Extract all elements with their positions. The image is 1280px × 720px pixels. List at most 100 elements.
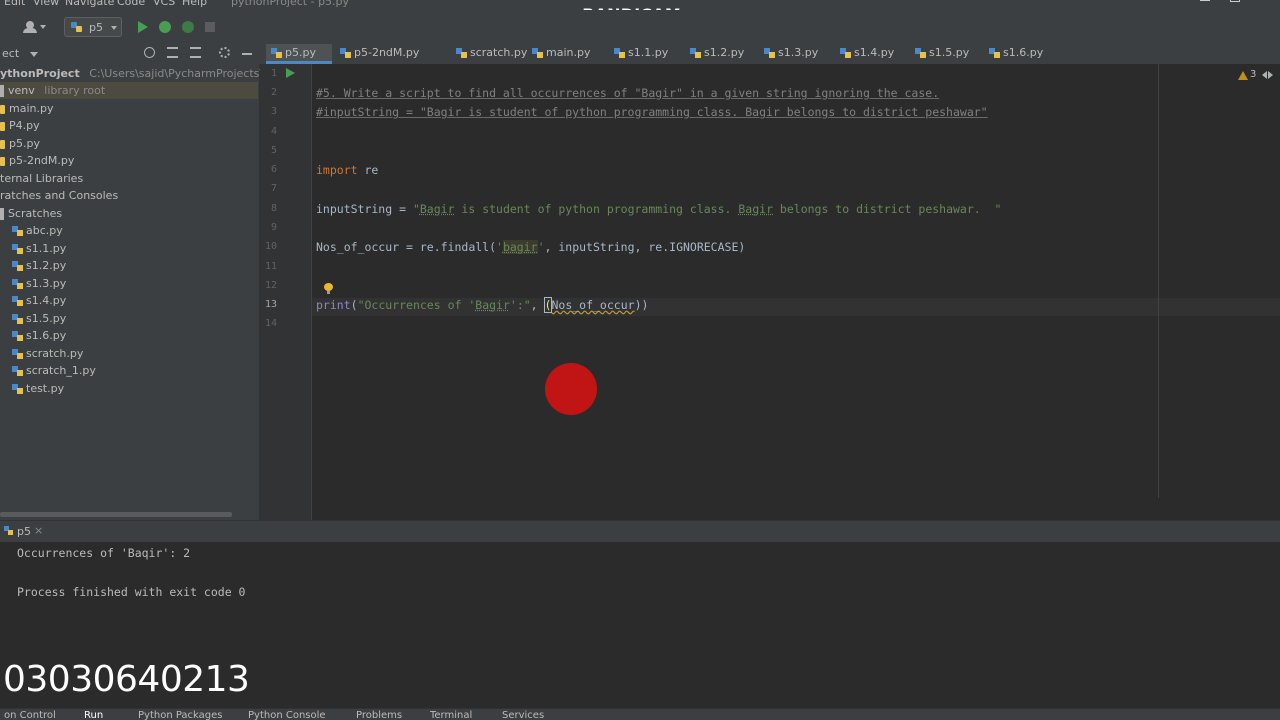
tool-tab-terminal[interactable]: Terminal <box>430 710 472 720</box>
tree-root[interactable]: ythonProject C:\Users\sajid\PycharmProje… <box>0 65 308 82</box>
tab-p5-py[interactable]: p5.py <box>266 44 332 64</box>
chevron-down-icon[interactable] <box>1268 71 1273 79</box>
collapse-all-icon[interactable] <box>190 47 201 58</box>
tab-s1-5-py[interactable]: s1.5.py <box>915 44 969 64</box>
tree-item-scratches-and-consoles[interactable]: ratches and Consoles <box>0 187 118 204</box>
tool-tab-problems[interactable]: Problems <box>356 710 402 720</box>
tree-item-scratch-file[interactable]: abc.py <box>12 222 63 239</box>
maximize-icon[interactable] <box>1228 0 1242 8</box>
tab-label: s1.2.py <box>704 46 745 59</box>
tab-label: s1.4.py <box>854 46 895 59</box>
tree-item-main-py[interactable]: main.py <box>0 100 53 117</box>
tab-p5-2ndm-py[interactable]: p5-2ndM.py <box>340 44 419 64</box>
tool-tab-python-console[interactable]: Python Console <box>248 710 326 720</box>
menu-navigate[interactable]: Navigate <box>65 0 114 8</box>
gear-icon[interactable] <box>219 47 230 58</box>
tree-item-scratch-file[interactable]: s1.1.py <box>12 240 66 257</box>
python-file-icon <box>12 225 23 237</box>
tree-item-scratch-file[interactable]: s1.4.py <box>12 292 66 309</box>
stop-icon[interactable] <box>205 22 215 32</box>
tree-item-scratch-file[interactable]: scratch.py <box>12 345 83 362</box>
tree-item-p5-2ndm-py[interactable]: p5-2ndM.py <box>0 152 74 169</box>
hide-pane-icon[interactable] <box>242 53 252 55</box>
tab-s1-1-py[interactable]: s1.1.py <box>614 44 668 64</box>
run-tab-label[interactable]: p5 <box>17 525 31 538</box>
tool-tab-run[interactable]: Run <box>84 710 103 720</box>
tab-s1-6-py[interactable]: s1.6.py <box>989 44 1043 64</box>
tree-item-label: p5.py <box>9 137 40 150</box>
tree-item-scratch-file[interactable]: s1.5.py <box>12 310 66 327</box>
python-file-icon <box>840 47 851 59</box>
menu-code[interactable]: Code <box>117 0 145 8</box>
python-file-icon <box>12 365 23 377</box>
tab-s1-2-py[interactable]: s1.2.py <box>690 44 744 64</box>
tab-main-py[interactable]: main.py <box>532 44 590 64</box>
tree-item-label: s1.4.py <box>26 294 67 307</box>
line-number: 12 <box>264 280 277 291</box>
tab-label: p5.py <box>285 46 316 59</box>
chevron-down-icon[interactable] <box>30 52 38 57</box>
run-panel-header: p5 × <box>0 520 1280 542</box>
chevron-up-icon[interactable] <box>1262 71 1267 79</box>
tree-item-p4-py[interactable]: P4.py <box>0 117 40 134</box>
tool-tab-python-packages[interactable]: Python Packages <box>138 710 223 720</box>
tree-item-scratch-file[interactable]: s1.3.py <box>12 275 66 292</box>
expand-all-icon[interactable] <box>167 47 178 58</box>
line-number: 3 <box>270 106 277 117</box>
python-file-icon <box>532 47 543 59</box>
project-view-label[interactable]: ect <box>2 47 19 60</box>
code-editor[interactable]: #5. Write a script to find all occurrenc… <box>312 64 1280 520</box>
menu-vcs[interactable]: VCS <box>153 0 175 8</box>
run-icon[interactable] <box>138 21 148 33</box>
tab-label: s1.1.py <box>628 46 669 59</box>
tool-tab-version-control[interactable]: on Control <box>4 710 56 720</box>
coverage-icon[interactable] <box>182 21 194 33</box>
tree-item-scratch-file[interactable]: test.py <box>12 380 64 397</box>
add-config-user-icon[interactable] <box>22 19 48 35</box>
tab-scratch-py[interactable]: scratch.py <box>456 44 527 64</box>
tree-item-label: s1.3.py <box>26 277 67 290</box>
code-line-6: import re <box>316 163 379 177</box>
tab-s1-3-py[interactable]: s1.3.py <box>764 44 818 64</box>
main-toolbar: p5 <box>0 10 1280 45</box>
python-file-icon <box>0 155 6 167</box>
tab-label: main.py <box>546 46 591 59</box>
python-file-icon <box>0 103 6 115</box>
tree-item-label: p5-2ndM.py <box>9 154 75 167</box>
minimize-icon[interactable] <box>1198 0 1212 8</box>
tree-item-label: scratch_1.py <box>26 364 96 377</box>
tree-item-scratches[interactable]: Scratches <box>0 205 62 222</box>
python-file-icon <box>764 47 775 59</box>
root-project-name: ythonProject <box>0 67 80 80</box>
line-number: 5 <box>270 145 277 156</box>
python-file-icon <box>12 348 23 360</box>
python-file-icon <box>0 138 6 150</box>
tree-item-external-libraries[interactable]: ternal Libraries <box>0 170 83 187</box>
locate-file-icon[interactable] <box>144 47 155 58</box>
lightbulb-icon[interactable] <box>324 283 333 294</box>
inspection-widget[interactable]: 3 <box>1238 69 1276 84</box>
menu-help[interactable]: Help <box>182 0 207 8</box>
tree-item-venv[interactable]: venv library root <box>0 82 258 99</box>
code-line-2: #5. Write a script to find all occurrenc… <box>316 86 940 100</box>
menu-view[interactable]: View <box>33 0 59 8</box>
line-number: 6 <box>270 164 277 175</box>
horizontal-scrollbar[interactable] <box>0 512 232 517</box>
line-number: 14 <box>264 318 277 329</box>
tree-item-label: s1.6.py <box>26 329 67 342</box>
close-icon[interactable] <box>1258 0 1272 8</box>
tree-item-scratch-file[interactable]: scratch_1.py <box>12 362 96 379</box>
tree-item-label: scratch.py <box>26 347 84 360</box>
run-gutter-icon[interactable] <box>286 68 295 78</box>
close-icon[interactable]: × <box>34 524 43 537</box>
tab-s1-4-py[interactable]: s1.4.py <box>840 44 894 64</box>
debug-icon[interactable] <box>159 21 171 33</box>
run-configuration-select[interactable]: p5 <box>64 17 122 37</box>
menu-edit[interactable]: Edit <box>4 0 25 8</box>
tree-item-scratch-file[interactable]: s1.2.py <box>12 257 66 274</box>
warning-icon <box>1238 71 1248 80</box>
tree-item-label: s1.2.py <box>26 259 67 272</box>
tree-item-scratch-file[interactable]: s1.6.py <box>12 327 66 344</box>
tree-item-p5-py[interactable]: p5.py <box>0 135 40 152</box>
tool-tab-services[interactable]: Services <box>502 710 544 720</box>
